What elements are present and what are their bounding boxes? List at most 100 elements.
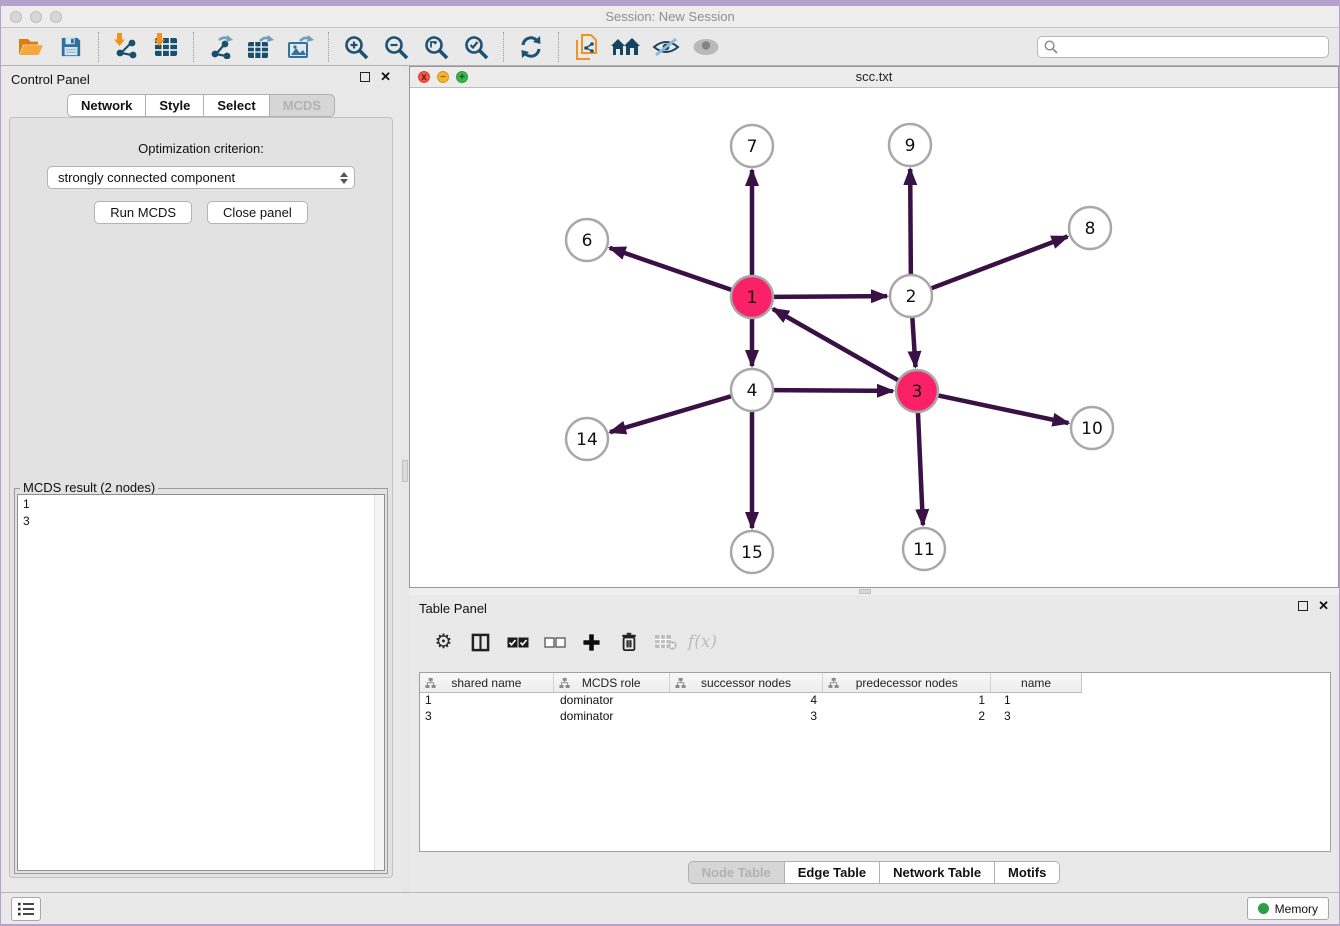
result-scrollbar[interactable] — [374, 495, 384, 870]
add-column-icon[interactable] — [573, 625, 610, 659]
network-minimize-button[interactable] — [437, 71, 449, 83]
export-network-icon[interactable] — [201, 31, 241, 63]
minimize-window-button[interactable] — [30, 11, 42, 23]
control-panel: Control Panel ✕ Network Style Select MCD… — [1, 66, 401, 892]
graph-edge-3-11[interactable] — [918, 412, 923, 525]
table-header-row: shared name MCDS role successor nodes — [420, 673, 1082, 693]
graph-edge-3-10[interactable] — [938, 395, 1069, 423]
import-network-icon[interactable] — [106, 31, 146, 63]
table-row[interactable]: 1dominator411 — [420, 693, 1082, 709]
optimization-criterion-dropdown[interactable]: strongly connected component — [47, 166, 355, 189]
table-row[interactable]: 3dominator323 — [420, 709, 1082, 725]
close-panel-icon[interactable]: ✕ — [1318, 601, 1329, 611]
tab-motifs[interactable]: Motifs — [994, 861, 1060, 884]
table-cell[interactable]: 1 — [420, 693, 554, 709]
unselect-all-icon[interactable] — [536, 625, 573, 659]
table-body: 1dominator4113dominator323 — [420, 693, 1330, 725]
horizontal-splitter[interactable] — [409, 588, 1339, 595]
hierarchy-icon — [675, 677, 686, 689]
dropdown-stepper-icon — [340, 172, 348, 184]
show-panels-list-button[interactable] — [11, 897, 41, 921]
search-field[interactable] — [1037, 36, 1329, 58]
tab-mcds[interactable]: MCDS — [269, 94, 335, 117]
tab-network-table[interactable]: Network Table — [879, 861, 995, 884]
network-window-controls — [418, 71, 468, 83]
tab-select[interactable]: Select — [203, 94, 269, 117]
table-cell[interactable]: 1 — [824, 693, 992, 709]
open-folder-icon[interactable] — [11, 31, 51, 63]
main-area: Control Panel ✕ Network Style Select MCD… — [1, 66, 1339, 892]
column-header-successor-nodes[interactable]: successor nodes — [670, 673, 824, 692]
zoom-out-icon[interactable] — [376, 31, 416, 63]
zoom-fit-icon[interactable] — [416, 31, 456, 63]
run-mcds-button[interactable]: Run MCDS — [94, 201, 192, 224]
export-table-icon[interactable] — [241, 31, 281, 63]
graph-edge-4-3[interactable] — [773, 390, 893, 391]
table-cell[interactable]: 4 — [670, 693, 824, 709]
graph-edge-1-6[interactable] — [610, 248, 732, 290]
show-all-eye-icon[interactable] — [686, 31, 726, 63]
graph-edge-2-9[interactable] — [910, 169, 911, 275]
dropdown-value: strongly connected component — [58, 170, 340, 185]
network-close-button[interactable] — [418, 71, 430, 83]
column-header-mcds-role[interactable]: MCDS role — [554, 673, 670, 692]
optimization-criterion-label: Optimization criterion: — [10, 141, 392, 156]
column-header-name[interactable]: name — [991, 673, 1081, 692]
table-cell[interactable]: 2 — [824, 709, 992, 725]
network-canvas[interactable]: 7968124314101511 — [410, 88, 1338, 587]
search-icon — [1044, 40, 1058, 54]
hide-selected-eye-icon[interactable] — [646, 31, 686, 63]
close-panel-icon[interactable]: ✕ — [380, 72, 391, 82]
mcds-panel: Optimization criterion: strongly connect… — [9, 117, 393, 878]
graph-node-label: 8 — [1085, 219, 1096, 239]
list-icon — [17, 902, 35, 916]
table-cell[interactable]: dominator — [554, 709, 670, 725]
graph-edge-2-3[interactable] — [912, 317, 915, 367]
save-session-icon[interactable] — [51, 31, 91, 63]
tab-style[interactable]: Style — [145, 94, 204, 117]
zoom-in-icon[interactable] — [336, 31, 376, 63]
vertical-splitter[interactable] — [401, 66, 409, 892]
mcds-result-area[interactable]: 13 — [17, 494, 385, 871]
table-cell[interactable]: 3 — [420, 709, 554, 725]
close-window-button[interactable] — [10, 11, 22, 23]
export-image-icon[interactable] — [281, 31, 321, 63]
select-all-icon[interactable] — [499, 625, 536, 659]
refresh-icon[interactable] — [511, 31, 551, 63]
float-panel-icon[interactable] — [360, 72, 370, 82]
tab-node-table[interactable]: Node Table — [688, 861, 785, 884]
column-view-icon[interactable] — [462, 625, 499, 659]
table-cell[interactable]: 3 — [670, 709, 824, 725]
import-table-icon[interactable] — [146, 31, 186, 63]
network-maximize-button[interactable] — [456, 71, 468, 83]
column-header-shared-name[interactable]: shared name — [420, 673, 554, 692]
memory-button[interactable]: Memory — [1247, 897, 1329, 920]
tab-network[interactable]: Network — [67, 94, 146, 117]
table-settings-gear-icon[interactable]: ⚙ — [425, 625, 462, 659]
table-cell[interactable]: dominator — [554, 693, 670, 709]
zoom-selected-icon[interactable] — [456, 31, 496, 63]
splitter-grip[interactable] — [402, 460, 408, 482]
function-builder-icon: f(x) — [684, 625, 721, 659]
search-input[interactable] — [1062, 40, 1322, 54]
node-table[interactable]: shared name MCDS role successor nodes — [419, 672, 1331, 852]
first-neighbors-icon[interactable] — [566, 31, 606, 63]
graph-edge-4-14[interactable] — [610, 396, 732, 432]
graph-edge-1-2[interactable] — [773, 296, 887, 297]
zoom-window-button[interactable] — [50, 11, 62, 23]
tab-edge-table[interactable]: Edge Table — [784, 861, 880, 884]
graph-node-label: 11 — [913, 540, 935, 560]
mcds-result-group: MCDS result (2 nodes) 13 — [14, 488, 388, 874]
home-layout-icon[interactable] — [606, 31, 646, 63]
mcds-result-title: MCDS result (2 nodes) — [20, 480, 158, 495]
column-header-predecessor-nodes[interactable]: predecessor nodes — [823, 673, 991, 692]
close-panel-button[interactable]: Close panel — [207, 201, 308, 224]
graph-edge-3-1[interactable] — [773, 309, 899, 381]
splitter-grip[interactable] — [859, 589, 871, 594]
float-panel-icon[interactable] — [1298, 601, 1308, 611]
table-cell[interactable]: 3 — [992, 709, 1082, 725]
memory-status-icon — [1258, 903, 1269, 914]
table-cell[interactable]: 1 — [992, 693, 1082, 709]
graph-edge-2-8[interactable] — [931, 237, 1068, 289]
delete-column-trash-icon[interactable] — [610, 625, 647, 659]
